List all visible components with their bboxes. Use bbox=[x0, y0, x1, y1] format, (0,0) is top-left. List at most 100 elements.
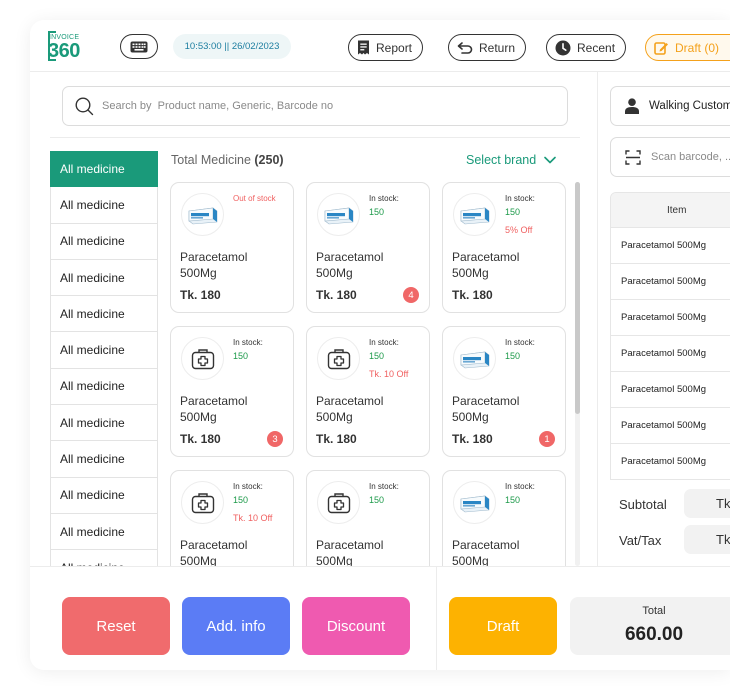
stock-label: In stock: bbox=[505, 338, 535, 347]
recent-button[interactable]: Recent bbox=[546, 34, 627, 61]
scrollbar-thumb[interactable] bbox=[575, 182, 580, 414]
stock-count: 150 bbox=[369, 351, 385, 361]
stock-count: 150 bbox=[505, 207, 521, 217]
medical-kit-icon bbox=[317, 481, 360, 524]
edit-note-icon bbox=[654, 41, 668, 55]
user-icon bbox=[625, 98, 639, 114]
product-price: Tk. 180 bbox=[180, 432, 221, 446]
offer-badge: 5% Off bbox=[505, 225, 533, 235]
draft-button[interactable]: Draft bbox=[449, 597, 557, 655]
product-name: Paracetamol 500Mg bbox=[452, 538, 520, 566]
stock-label: Out of stock bbox=[233, 194, 276, 203]
report-label: Report bbox=[376, 40, 413, 55]
keyboard-button[interactable] bbox=[120, 34, 158, 59]
barcode-scan-field[interactable]: Scan barcode, ... bbox=[610, 137, 730, 177]
cart-quantity-badge: 3 bbox=[267, 431, 283, 447]
stock-count: 150 bbox=[369, 495, 385, 505]
customer-name: Walking Customer bbox=[649, 100, 730, 112]
table-row[interactable]: Paracetamol 500Mg bbox=[611, 443, 730, 479]
product-card[interactable]: In stock: 150 Paracetamol 500Mg Tk. 180 3 bbox=[170, 326, 294, 457]
product-card[interactable]: In stock: 150 Paracetamol 500Mg Tk. 180 1 bbox=[442, 326, 566, 457]
category-item[interactable]: All medicine bbox=[50, 187, 158, 224]
product-price: Tk. 180 bbox=[316, 432, 357, 446]
stock-count: 150 bbox=[369, 207, 385, 217]
table-row[interactable]: Paracetamol 500Mg bbox=[611, 335, 730, 371]
discount-button[interactable]: Discount bbox=[302, 597, 410, 655]
medicine-box-image bbox=[181, 193, 224, 236]
product-card[interactable]: In stock: 150 Tk. 10 Off Paracetamol 500Mg T… bbox=[306, 326, 430, 457]
stock-count: 150 bbox=[505, 495, 521, 505]
product-card[interactable]: In stock: 150 Paracetamol 500Mg bbox=[306, 470, 430, 566]
keyboard-icon bbox=[130, 41, 148, 52]
category-item[interactable]: All medicine bbox=[50, 513, 158, 551]
table-row[interactable]: Paracetamol 500Mg bbox=[611, 263, 730, 299]
scan-placeholder: Scan barcode, ... bbox=[651, 151, 730, 163]
product-name: Paracetamol 500Mg bbox=[180, 394, 248, 424]
category-item[interactable]: All medicine bbox=[50, 477, 158, 514]
product-card[interactable]: Out of stock Paracetamol 500Mg Tk. 180 bbox=[170, 182, 294, 313]
add-info-button[interactable]: Add. info bbox=[182, 597, 290, 655]
product-name: Paracetamol 500Mg bbox=[316, 394, 384, 424]
reset-button[interactable]: Reset bbox=[62, 597, 170, 655]
table-row[interactable]: Paracetamol 500Mg bbox=[611, 227, 730, 263]
report-button[interactable]: Report bbox=[348, 34, 424, 61]
cart-quantity-badge: 4 bbox=[403, 287, 419, 303]
clock-icon bbox=[555, 40, 571, 55]
invoice360-logo: INVOICE 360 bbox=[48, 29, 88, 63]
divider bbox=[597, 72, 598, 566]
stock-label: In stock: bbox=[505, 194, 535, 203]
product-price: Tk. 180 bbox=[452, 288, 493, 302]
search-input[interactable] bbox=[102, 100, 522, 112]
product-grid: Out of stock Paracetamol 500Mg Tk. 180 In s… bbox=[170, 182, 567, 566]
total-label: Total bbox=[642, 605, 666, 617]
product-search-bar[interactable] bbox=[62, 86, 568, 126]
product-name: Paracetamol 500Mg bbox=[452, 250, 520, 280]
table-row[interactable]: Paracetamol 500Mg bbox=[611, 407, 730, 443]
receipt-icon bbox=[358, 40, 369, 55]
category-item[interactable]: All medicine bbox=[50, 296, 158, 333]
category-item[interactable]: All medicine bbox=[50, 405, 158, 442]
customer-selector[interactable]: Walking Customer bbox=[610, 86, 730, 126]
draft-header-button[interactable]: Draft (0) bbox=[645, 34, 730, 61]
stock-count: 150 bbox=[233, 495, 249, 505]
top-bar: INVOICE 360 10:53:00 || 26/02/2023 Repor… bbox=[30, 20, 730, 72]
vat-tax-label: Vat/Tax bbox=[619, 533, 662, 548]
product-name: Paracetamol 500Mg bbox=[180, 538, 248, 566]
category-item[interactable]: All medicine bbox=[50, 223, 158, 260]
subtotal-value: Tk bbox=[684, 489, 730, 518]
action-bar: Reset Add. info Discount Draft Total 660… bbox=[30, 566, 730, 670]
search-icon bbox=[75, 96, 94, 115]
category-item[interactable]: All medicine bbox=[50, 441, 158, 478]
category-item[interactable]: All medicine bbox=[50, 259, 158, 297]
medicine-box-image bbox=[453, 193, 496, 236]
table-row[interactable]: Paracetamol 500Mg bbox=[611, 299, 730, 335]
subtotal-label: Subtotal bbox=[619, 497, 667, 512]
product-card[interactable]: In stock: 150 5% Off Paracetamol 500Mg Tk. 1… bbox=[442, 182, 566, 313]
total-medicine-heading: Total Medicine (250) bbox=[171, 153, 284, 167]
chevron-down-icon bbox=[544, 156, 556, 164]
return-label: Return bbox=[479, 40, 516, 55]
scan-barcode-icon bbox=[625, 149, 641, 165]
product-card[interactable]: In stock: 150 Paracetamol 500Mg Tk. 180 4 bbox=[306, 182, 430, 313]
product-card[interactable]: In stock: 150 Paracetamol 500Mg bbox=[442, 470, 566, 566]
table-row[interactable]: Paracetamol 500Mg bbox=[611, 371, 730, 407]
table-header-item: Item bbox=[611, 193, 730, 227]
product-name: Paracetamol 500Mg bbox=[316, 250, 384, 280]
total-display: Total 660.00 bbox=[570, 597, 730, 655]
recent-label: Recent bbox=[577, 40, 616, 55]
category-item[interactable]: All medicine bbox=[50, 151, 158, 188]
stock-label: In stock: bbox=[233, 338, 263, 347]
draft-count-label: Draft (0) bbox=[675, 40, 720, 55]
select-brand-dropdown[interactable]: Select brand bbox=[466, 153, 556, 167]
product-price: Tk. 180 bbox=[316, 288, 357, 302]
category-item[interactable]: All medicine bbox=[50, 332, 158, 369]
offer-badge: Tk. 10 Off bbox=[369, 369, 409, 379]
category-item[interactable]: All medicine bbox=[50, 550, 158, 566]
category-item[interactable]: All medicine bbox=[50, 368, 158, 406]
return-button[interactable]: Return bbox=[448, 34, 527, 61]
select-brand-label: Select brand bbox=[466, 153, 537, 167]
stock-label: In stock: bbox=[369, 338, 399, 347]
vat-tax-value: Tk bbox=[684, 525, 730, 554]
product-card[interactable]: In stock: 150 Tk. 10 Off Paracetamol 500Mg bbox=[170, 470, 294, 566]
stock-label: In stock: bbox=[233, 482, 263, 491]
